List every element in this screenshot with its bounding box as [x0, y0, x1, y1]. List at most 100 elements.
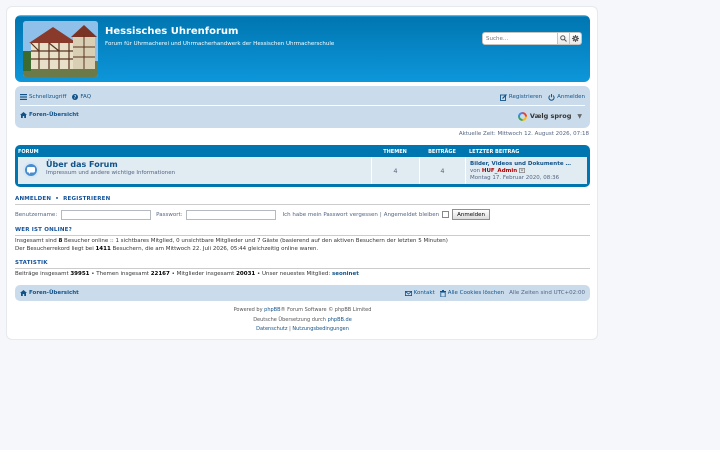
faq-link[interactable]: ? FAQ	[72, 94, 91, 100]
powered-by-b: ® Forum Software © phpBB Limited	[280, 307, 372, 313]
login-link[interactable]: Anmelden	[548, 93, 585, 101]
search-icon	[560, 35, 567, 42]
forum-title-link[interactable]: Über das Forum	[46, 160, 118, 169]
members-total-label: • Mitglieder insgesamt	[171, 271, 235, 277]
online-count: 8	[58, 238, 63, 244]
nav-divider	[20, 105, 585, 106]
timezone-info: Alle Zeiten sind UTC+02:00	[509, 290, 585, 296]
question-icon: ?	[72, 94, 79, 100]
search-button[interactable]	[558, 32, 570, 45]
posts-total-label: Beiträge insgesamt	[15, 271, 69, 277]
site-logo[interactable]	[23, 21, 98, 77]
online-text-b: Besucher online :: 1 sichtbares Mitglied…	[64, 238, 448, 244]
newest-member-label: • Unser neuestes Mitglied:	[256, 271, 331, 277]
last-post-date: Montag 17. Februar 2020, 08:36	[470, 175, 560, 181]
last-post-by: von	[470, 168, 481, 174]
search-input[interactable]	[482, 32, 558, 45]
page-wrap: Hessisches Uhrenforum Forum für Uhrmache…	[6, 6, 598, 340]
edit-icon	[499, 93, 507, 101]
statistics: STATISTIK Beiträge insgesamt 39951 • The…	[15, 260, 590, 279]
register-link[interactable]: Registrieren	[499, 93, 543, 101]
site-description: Forum für Uhrmacherei und Uhrmacherhandw…	[105, 41, 335, 47]
col-forum: FORUM	[18, 148, 39, 155]
phpbb-link[interactable]: phpBB	[264, 307, 280, 313]
online-text-a: Insgesamt sind	[15, 238, 57, 244]
navbar: Schnellzugriff ? FAQ Registrieren Anmeld…	[15, 86, 590, 128]
online-heading-link[interactable]: WER IST ONLINE?	[15, 227, 590, 233]
quicklinks-menu[interactable]: Schnellzugriff	[20, 94, 66, 100]
faq-label: FAQ	[80, 94, 92, 100]
col-last-post: LETZTER BEITRAG	[469, 148, 520, 155]
german-translation: Deutsche Übersetzung durch phpBB.de	[15, 317, 590, 323]
posts-total: 39951	[70, 271, 90, 277]
breadcrumb-home[interactable]: Foren-Übersicht	[20, 112, 79, 118]
last-post-user-link[interactable]: HUF_Admin	[482, 168, 517, 174]
last-post-cell: Bilder, Videos und Dokumente … von HUF_A…	[465, 157, 587, 184]
register-label: Registrieren	[508, 94, 543, 100]
forum-description: Impressum und andere wichtige Informatio…	[46, 170, 176, 176]
quicklinks-label: Schnellzugriff	[29, 94, 67, 100]
password-field[interactable]	[186, 209, 277, 220]
power-icon	[548, 93, 555, 101]
username-label: Benutzername:	[15, 211, 58, 218]
envelope-icon	[404, 290, 412, 296]
topics-total-label: • Themen insgesamt	[91, 271, 149, 277]
forum-list-header: FORUM THEMEN BEITRÄGE LETZTER BEITRAG	[18, 147, 587, 156]
dropdown-arrow-icon: ▼	[577, 112, 582, 120]
stats-heading: STATISTIK	[15, 260, 48, 266]
members-total: 20031	[236, 271, 256, 277]
google-icon	[517, 111, 527, 121]
terms-link[interactable]: Nutzungsbedingungen	[292, 326, 349, 332]
register-heading-link[interactable]: REGISTRIEREN	[63, 196, 110, 202]
delete-cookies-link[interactable]: Alle Cookies löschen	[439, 289, 505, 297]
col-posts: BEITRÄGE	[428, 148, 456, 155]
phpbb-de-link[interactable]: phpBB.de	[328, 317, 352, 323]
svg-text:?: ?	[74, 95, 77, 100]
trash-icon	[439, 289, 446, 297]
last-post-title-link[interactable]: Bilder, Videos und Dokumente …	[470, 161, 583, 168]
footer-breadcrumb-label: Foren-Übersicht	[29, 290, 79, 296]
record-count: 1411	[95, 245, 111, 252]
footer-breadcrumb-home[interactable]: Foren-Übersicht	[20, 290, 79, 296]
login-label: Anmelden	[557, 94, 585, 100]
language-selector[interactable]: Vælg sprog ▼	[517, 110, 582, 122]
language-selector-label: Vælg sprog	[529, 112, 572, 120]
contact-label: Kontakt	[413, 290, 435, 296]
powered-by-a: Powered by	[233, 307, 263, 313]
login-sep: |	[379, 211, 382, 218]
search-box	[482, 32, 582, 45]
remember-me-checkbox[interactable]	[442, 211, 450, 218]
login-divider	[15, 204, 590, 205]
forum-list: FORUM THEMEN BEITRÄGE LETZTER BEITRAG Üb…	[15, 145, 590, 187]
legal-links: Datenschutz | Nutzungsbedingungen	[15, 326, 590, 332]
newest-member-link[interactable]: seoninet	[332, 271, 359, 277]
advanced-search-button[interactable]	[570, 32, 582, 45]
legal-sep: |	[289, 326, 291, 332]
forgot-password-link[interactable]: Ich habe mein Passwort vergessen	[282, 212, 377, 218]
gear-icon	[572, 35, 579, 42]
login-submit-button[interactable]: Anmelden	[452, 209, 491, 220]
forum-posts-count: 4	[419, 157, 465, 184]
username-field[interactable]	[61, 209, 152, 220]
home-icon	[20, 112, 27, 118]
login-heading-sep: •	[55, 196, 59, 202]
site-title[interactable]: Hessisches Uhrenforum	[105, 26, 238, 37]
record-text-b: Besuchern, die am Mittwoch 22. Juli 2026…	[112, 245, 319, 252]
powered-by: Powered by phpBB® Forum Software © phpBB…	[15, 307, 590, 313]
forum-row: Über das Forum Impressum und andere wich…	[18, 157, 587, 184]
delete-cookies-label: Alle Cookies löschen	[447, 290, 505, 296]
login-heading-link[interactable]: ANMELDEN	[15, 196, 51, 202]
stats-divider	[15, 268, 590, 269]
privacy-link[interactable]: Datenschutz	[256, 326, 287, 332]
view-latest-post-icon[interactable]	[518, 168, 525, 173]
current-time: Aktuelle Zeit: Mittwoch 12. August 2026,…	[458, 131, 589, 137]
footer-navbar: Foren-Übersicht Kontakt Alle Cookies lös…	[15, 285, 590, 301]
online-divider	[15, 235, 590, 236]
nav-links-row: Schnellzugriff ? FAQ Registrieren Anmeld…	[20, 91, 585, 103]
who-is-online: WER IST ONLINE? Insgesamt sind 8 Besuche…	[15, 227, 590, 253]
contact-link[interactable]: Kontakt	[404, 290, 435, 296]
forum-read-icon	[23, 162, 39, 178]
forum-topics-count: 4	[371, 157, 419, 184]
breadcrumb-home-label: Foren-Übersicht	[29, 112, 79, 118]
remember-me-label: Angemeldet bleiben	[383, 211, 440, 218]
